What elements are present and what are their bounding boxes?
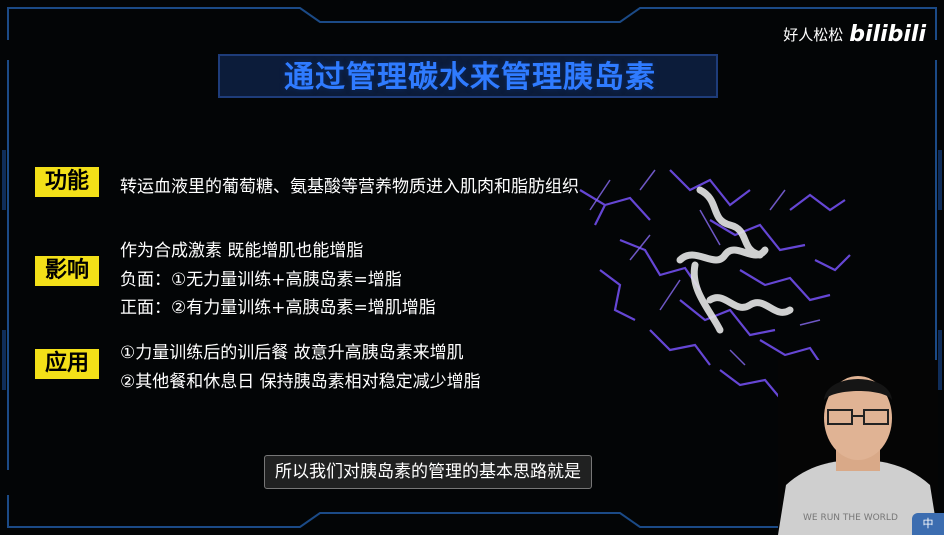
function-line: 转运血液里的葡萄糖、氨基酸等营养物质进入肌肉和脂肪组织	[120, 177, 579, 197]
section-tag-application: 应用	[35, 349, 99, 379]
title-banner: 通过管理碳水来管理胰岛素	[218, 54, 718, 98]
video-frame: 通过管理碳水来管理胰岛素 好人松松 bilibili 功能 转运血液里的葡萄糖、…	[0, 0, 944, 535]
application-line-2: ②其他餐和休息日 保持胰岛素相对稳定减少增脂	[120, 372, 481, 392]
impact-line-2: 负面：①无力量训练+高胰岛素=增脂	[120, 270, 402, 290]
section-tag-function: 功能	[35, 167, 99, 197]
bilibili-watermark: 好人松松 bilibili	[783, 22, 926, 47]
video-subtitle: 所以我们对胰岛素的管理的基本思路就是	[264, 455, 592, 489]
slide-title: 通过管理碳水来管理胰岛素	[284, 60, 656, 95]
application-line-1: ①力量训练后的训后餐 故意升高胰岛素来增肌	[120, 343, 464, 363]
bilibili-logo: bilibili	[849, 22, 926, 47]
uploader-name: 好人松松	[783, 26, 844, 44]
subtitle-toggle-tab[interactable]: 中	[912, 513, 944, 535]
impact-line-3: 正面：②有力量训练+高胰岛素=增肌增脂	[120, 298, 436, 318]
shirt-text: WE RUN THE WORLD	[803, 513, 898, 523]
impact-line-1: 作为合成激素 既能增肌也能增脂	[120, 241, 364, 261]
presenter-video: WE RUN THE WORLD	[778, 360, 938, 535]
section-tag-impact: 影响	[35, 256, 99, 286]
